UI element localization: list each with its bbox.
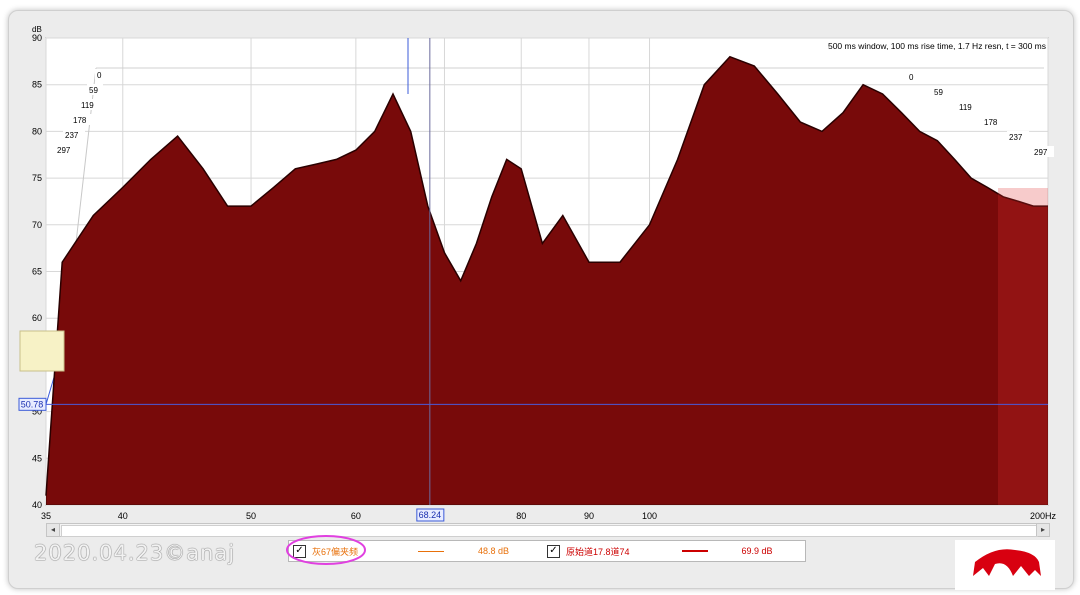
y-tick-label: 70 xyxy=(32,220,42,230)
x-tick-label: 200Hz xyxy=(1030,511,1057,521)
y-tick-label: 90 xyxy=(32,33,42,43)
x-tick-label: 35 xyxy=(41,511,51,521)
time-label-left: 0 xyxy=(97,71,102,80)
waterfall-chart[interactable]: 4045506065707580859035 40 50 60 80 90 100 200Hz… xyxy=(0,0,1080,595)
tooltip-box xyxy=(19,330,65,372)
highlight-ellipse xyxy=(286,535,366,565)
time-label-left: 297 xyxy=(57,146,71,155)
x-tick-label: 60 xyxy=(351,511,361,521)
y-tick-label: 80 xyxy=(32,126,42,136)
time-label-right: 0 xyxy=(909,73,914,82)
scroll-left-button[interactable]: ◂ xyxy=(47,524,60,536)
legend-item-2-value: 69.9 dB xyxy=(741,546,773,556)
scroll-right-button[interactable]: ▸ xyxy=(1036,524,1049,536)
y-tick-label: 85 xyxy=(32,80,42,90)
time-label-right: 237 xyxy=(1009,133,1023,142)
legend-item-2-label: 原始道17.8道74 xyxy=(566,546,630,557)
time-label-right: 178 xyxy=(984,118,998,127)
y-tick-label: 45 xyxy=(32,453,42,463)
y-tick-label: 40 xyxy=(32,500,42,510)
logo xyxy=(955,540,1055,590)
chart-title: 500 ms window, 100 ms rise time, 1.7 Hz … xyxy=(828,41,1046,51)
y-tick-label: 75 xyxy=(32,173,42,183)
time-label-right: 119 xyxy=(959,103,972,112)
x-tick-label: 100 xyxy=(642,511,657,521)
y-axis-label: dB xyxy=(32,25,42,34)
legend-item-1-value: 48.8 dB xyxy=(478,546,510,556)
watermark: 2020.04.23©anaj xyxy=(34,541,236,565)
legend-item-2[interactable]: ✓ 原始道17.8道74 69.9 dB xyxy=(547,544,773,558)
frequency-scrollbar[interactable]: ◂ ▸ xyxy=(46,523,1050,537)
cursor-y-label: 50.78 xyxy=(21,399,44,409)
x-tick-label: 80 xyxy=(516,511,526,521)
time-label-left: 119 xyxy=(81,101,94,110)
x-tick-label: 40 xyxy=(118,511,128,521)
y-tick-label: 60 xyxy=(32,313,42,323)
time-label-right: 297 xyxy=(1034,148,1048,157)
scrollbar-thumb[interactable] xyxy=(61,525,1038,537)
y-tick-label: 65 xyxy=(32,267,42,277)
logo-icon xyxy=(973,549,1041,576)
legend-item-2-checkbox[interactable]: ✓ xyxy=(547,544,560,558)
time-label-right: 59 xyxy=(934,88,943,97)
time-label-left: 59 xyxy=(89,86,98,95)
legend-item-1-swatch xyxy=(418,550,445,552)
x-tick-label: 90 xyxy=(584,511,594,521)
back-haze xyxy=(998,188,1048,505)
cursor-x-label: 68.24 xyxy=(419,510,442,520)
legend-item-2-swatch xyxy=(681,550,708,552)
time-label-left: 178 xyxy=(73,116,87,125)
time-label-left: 237 xyxy=(65,131,79,140)
x-tick-label: 50 xyxy=(246,511,256,521)
